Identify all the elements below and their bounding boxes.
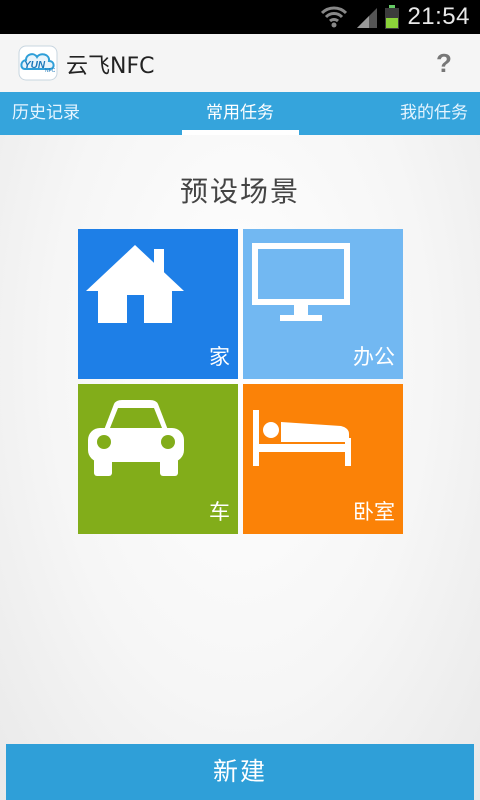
selected-tab-indicator: [182, 130, 299, 135]
car-icon: [88, 400, 184, 476]
battery-icon: [385, 5, 400, 29]
logo-subtext: NFC: [45, 68, 56, 74]
scene-tile-office[interactable]: 办公: [243, 229, 403, 379]
app-title: 云飞NFC: [66, 54, 155, 79]
tile-label-car: 车: [209, 500, 230, 524]
tab-bar: 历史记录 常用任务 我的任务: [0, 92, 480, 135]
signal-icon: [357, 8, 378, 28]
app-logo-icon: YUN NFC: [18, 45, 58, 81]
new-button[interactable]: 新建: [6, 744, 474, 800]
logo-text: YUN: [24, 60, 46, 71]
bed-icon: [253, 410, 351, 466]
tab-my-tasks[interactable]: 我的任务: [400, 92, 468, 135]
tile-label-home: 家: [209, 345, 230, 369]
status-time: 21:54: [407, 3, 470, 30]
status-icons: 21:54: [321, 0, 470, 34]
house-icon: [86, 245, 184, 323]
wifi-icon: [321, 6, 348, 28]
section-title: 预设场景: [179, 175, 300, 208]
scene-tile-home[interactable]: 家: [78, 229, 238, 379]
scene-tile-car[interactable]: 车: [78, 384, 238, 534]
tile-label-bedroom: 卧室: [353, 500, 395, 524]
tile-label-office: 办公: [353, 345, 395, 369]
help-button[interactable]: ?: [426, 44, 462, 82]
status-bar: 21:54: [0, 0, 480, 34]
app-bar: YUN NFC 云飞NFC ?: [0, 34, 480, 93]
scene-tile-bedroom[interactable]: 卧室: [243, 384, 403, 534]
monitor-icon: [252, 243, 350, 321]
